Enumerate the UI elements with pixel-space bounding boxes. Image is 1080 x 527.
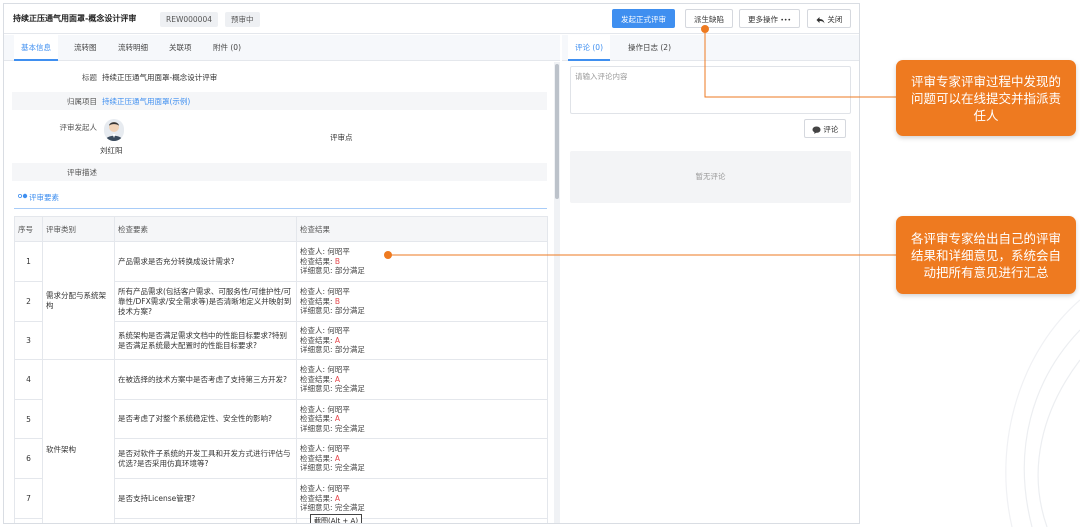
callout-result-aggregation: 各评审专家给出自己的评审结果和详细意见，系统会自动把所有意见进行汇总 [896,216,1076,294]
callout-online-issue-submission: 评审专家评审过程中发现的问题可以在线提交并指派责任人 [896,60,1076,136]
